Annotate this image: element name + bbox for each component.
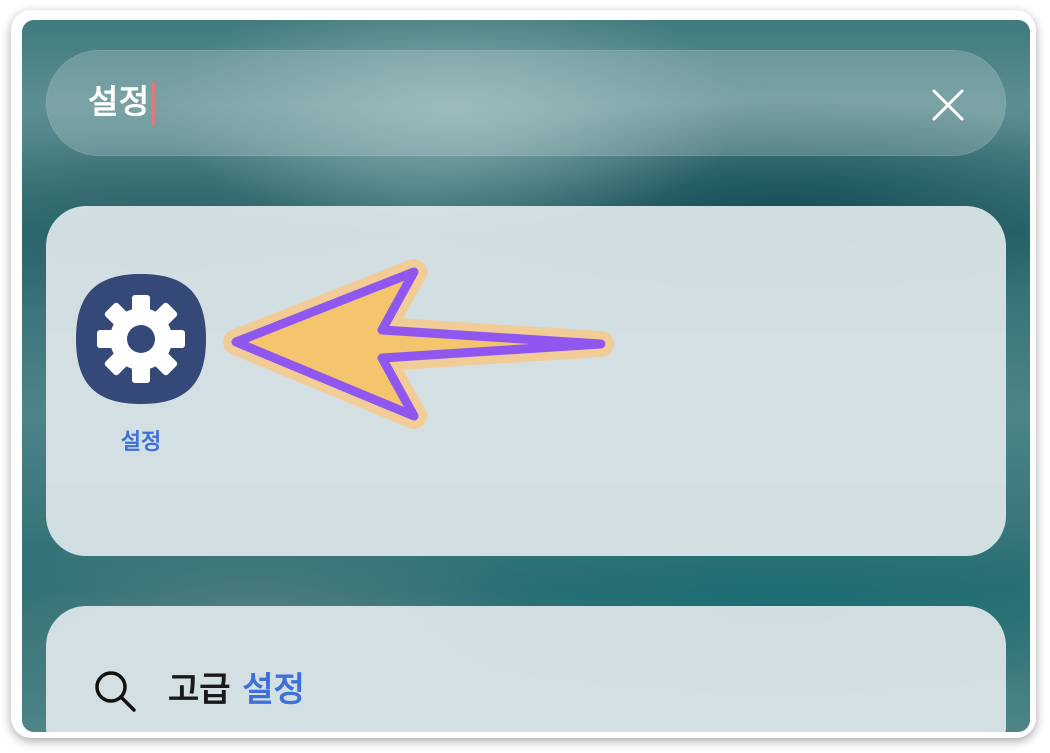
search-icon — [95, 671, 136, 712]
suggestion-match: 설정 — [242, 670, 305, 710]
close-icon — [932, 89, 964, 121]
suggestion-text: 고급 설정 — [168, 668, 305, 712]
suggestion-card: 고급 설정 — [46, 606, 1006, 732]
suggestion-item[interactable]: 고급 설정 — [46, 642, 1006, 732]
search-input[interactable]: 설정 — [88, 80, 150, 124]
settings-app-icon[interactable] — [74, 272, 208, 406]
settings-gear-icon — [76, 274, 206, 404]
clear-search-button[interactable] — [926, 83, 970, 127]
search-bar[interactable]: 설정 — [46, 50, 1006, 156]
text-cursor — [152, 82, 155, 126]
settings-app-label[interactable]: 설정 — [74, 428, 208, 458]
pointing-arrow-annotation — [223, 259, 614, 429]
app-results-card: 설정 — [46, 206, 1006, 556]
search-screen: 설정 설정 고급 설정 — [22, 20, 1030, 732]
suggestion-prefix: 고급 — [168, 670, 243, 710]
